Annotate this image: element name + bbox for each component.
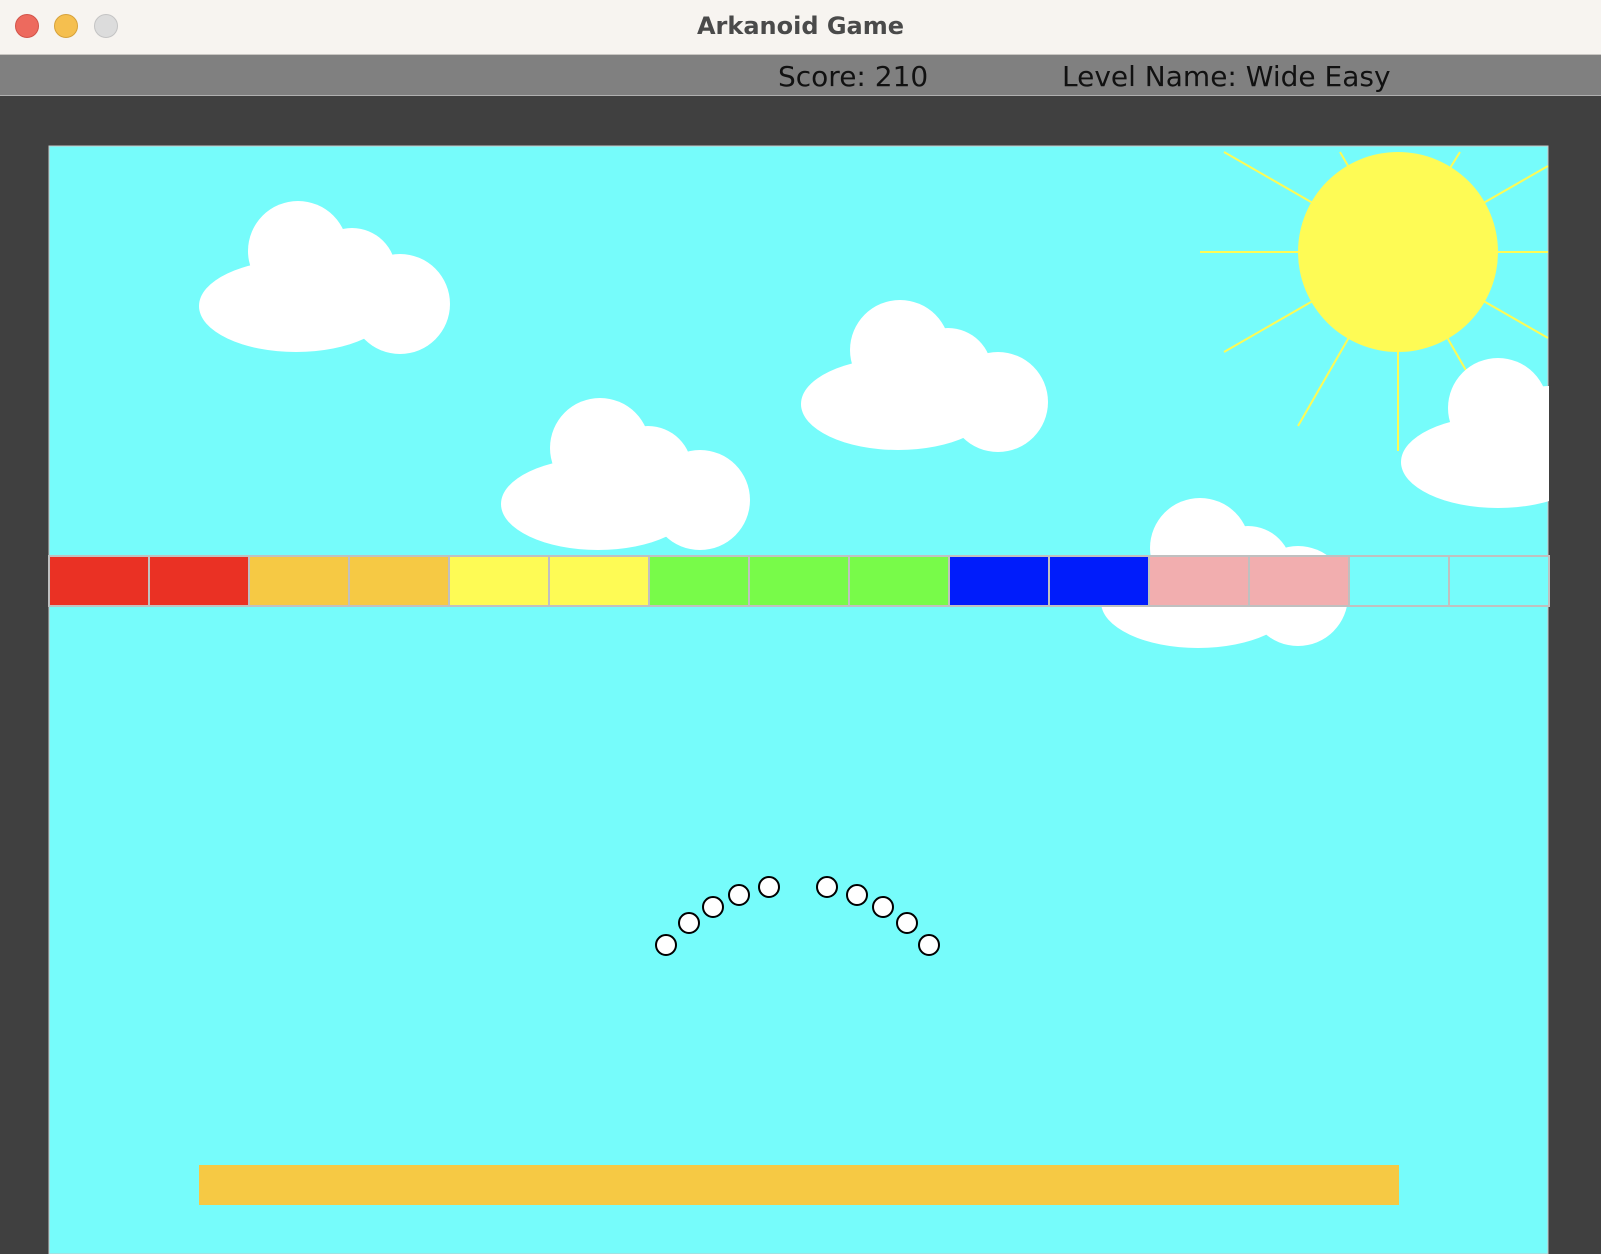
title-bar: Arkanoid Game	[0, 0, 1601, 55]
sun	[1298, 152, 1498, 352]
ball	[918, 934, 940, 956]
block	[1248, 555, 1350, 607]
block	[48, 555, 150, 607]
block	[548, 555, 650, 607]
block	[948, 555, 1050, 607]
ball	[896, 912, 918, 934]
ball	[846, 884, 868, 906]
blocks-row	[48, 555, 1550, 607]
block	[1048, 555, 1150, 607]
block	[848, 555, 950, 607]
game-window: Arkanoid Game Score: 210 Level Name: Wid…	[0, 0, 1601, 1254]
ball	[702, 896, 724, 918]
game-area	[0, 96, 1601, 1254]
block	[1348, 555, 1450, 607]
level-name-indicator: Level Name: Wide Easy	[1062, 60, 1391, 93]
ball	[678, 912, 700, 934]
block	[148, 555, 250, 607]
right-wall	[1549, 146, 1601, 1254]
score-bar: Score: 210 Level Name: Wide Easy	[0, 55, 1601, 96]
block	[648, 555, 750, 607]
block	[1148, 555, 1250, 607]
score-indicator: Score: 210	[778, 60, 929, 93]
ball	[728, 884, 750, 906]
ball	[872, 896, 894, 918]
ball	[655, 934, 677, 956]
block	[1448, 555, 1550, 607]
block	[448, 555, 550, 607]
block	[248, 555, 350, 607]
paddle[interactable]	[199, 1165, 1399, 1205]
window-title: Arkanoid Game	[696, 12, 905, 40]
block	[748, 555, 850, 607]
game-canvas	[48, 145, 1601, 1254]
block	[348, 555, 450, 607]
ball	[758, 876, 780, 898]
ball	[816, 876, 838, 898]
